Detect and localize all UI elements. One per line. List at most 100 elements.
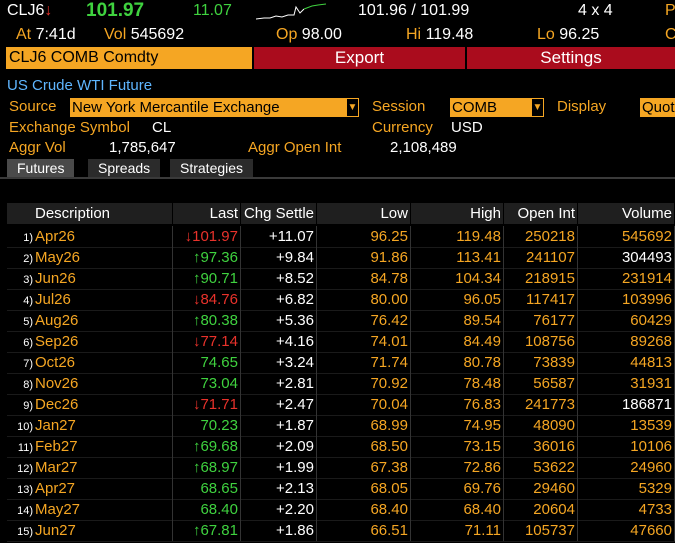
contract-label[interactable]: Mar27 (35, 459, 78, 476)
bid-ask-size: 4 x 4 (578, 2, 613, 19)
table-row[interactable]: 12) Mar27 ↑68.97 +1.99 67.38 72.86 53622 24960 (7, 457, 675, 479)
table-row[interactable]: 6) Sep26 ↓77.14 +4.16 74.01 84.49 108756 89268 (7, 331, 675, 353)
contract-label[interactable]: Oct26 (35, 354, 75, 371)
row-number: 9) (23, 400, 33, 412)
table-row[interactable]: 8) Nov26 73.04 +2.81 70.92 78.48 56587 31931 (7, 373, 675, 395)
low-cell: 68.99 (317, 415, 411, 436)
row-number: 2) (23, 253, 33, 265)
low-summary: Lo 96.25 (537, 26, 599, 44)
contract-label[interactable]: May26 (35, 249, 80, 266)
table-row[interactable]: 7) Oct26 74.65 +3.24 71.74 80.78 73839 44813 (7, 352, 675, 374)
table-row[interactable]: 4) Jul26 ↓84.76 +6.82 80.00 96.05 117417 103996 (7, 289, 675, 311)
column-header-description[interactable]: Description (7, 203, 173, 224)
contract-label[interactable]: Jan27 (35, 417, 76, 434)
high-cell: 80.78 (411, 352, 504, 373)
export-button[interactable]: Export (254, 47, 465, 69)
chg-settle-cell: +8.52 (241, 268, 317, 289)
contract-cell[interactable]: 11) Feb27 (7, 436, 173, 457)
settings-button[interactable]: Settings (467, 47, 675, 69)
contract-cell[interactable]: 8) Nov26 (7, 373, 173, 394)
contract-label[interactable]: Apr26 (35, 228, 75, 245)
last-value: 84.76 (200, 291, 238, 308)
column-header-volume[interactable]: Volume (578, 203, 675, 224)
table-row[interactable]: 5) Aug26 ↑80.38 +5.36 76.42 89.54 76177 60429 (7, 310, 675, 332)
volume-cell: 89268 (578, 331, 675, 352)
last-cell: 74.65 (173, 352, 241, 373)
high-cell: 119.48 (411, 226, 504, 247)
contract-cell[interactable]: 2) May26 (7, 247, 173, 268)
column-header-high[interactable]: High (411, 203, 504, 224)
table-row[interactable]: 3) Jun26 ↑90.71 +8.52 84.78 104.34 218915 23191… (7, 268, 675, 290)
last-cell: ↓71.71 (173, 394, 241, 415)
table-row[interactable]: 10) Jan27 70.23 +1.87 68.99 74.95 48090 13539 (7, 415, 675, 437)
contract-cell[interactable]: 14) May27 (7, 499, 173, 520)
contract-label[interactable]: Nov26 (35, 375, 78, 392)
contract-cell[interactable]: 9) Dec26 (7, 394, 173, 415)
open-int-cell: 250218 (504, 226, 578, 247)
last-cell: ↑80.38 (173, 310, 241, 331)
contract-cell[interactable]: 15) Jun27 (7, 520, 173, 541)
contract-label[interactable]: Jul26 (35, 291, 71, 308)
contract-cell[interactable]: 5) Aug26 (7, 310, 173, 331)
table-row[interactable]: 15) Jun27 ↑67.81 +1.86 66.51 71.11 105737 47660 (7, 520, 675, 542)
table-row[interactable]: 14) May27 68.40 +2.20 68.40 68.40 20604 4733 (7, 499, 675, 521)
column-header-open-int[interactable]: Open Int (504, 203, 578, 224)
session-dropdown[interactable]: COMB ▼ (450, 98, 544, 117)
contract-cell[interactable]: 1) Apr26 (7, 226, 173, 247)
last-value: 68.65 (200, 480, 238, 497)
contract-label[interactable]: Jun26 (35, 270, 76, 287)
open-int-cell: 108756 (504, 331, 578, 352)
last-cell: ↓84.76 (173, 289, 241, 310)
security-command-input[interactable]: CLJ6 COMB Comdty (6, 47, 252, 69)
column-header-low[interactable]: Low (317, 203, 411, 224)
table-row[interactable]: 2) May26 ↑97.36 +9.84 91.86 113.41 241107 30449… (7, 247, 675, 269)
down-arrow-icon: ↓ (44, 2, 53, 19)
aggr-vol-label: Aggr Vol (9, 139, 66, 156)
volume-cell: 47660 (578, 520, 675, 541)
volume-cell: 186871 (578, 394, 675, 415)
chg-settle-cell: +1.87 (241, 415, 317, 436)
tab-strategies[interactable]: Strategies (170, 159, 254, 177)
last-value: 77.14 (200, 333, 238, 350)
table-row[interactable]: 1) Apr26 ↓101.97 +11.07 96.25 119.48 250218 545… (7, 226, 675, 248)
row-number: 7) (23, 358, 33, 370)
contract-cell[interactable]: 13) Apr27 (7, 478, 173, 499)
table-row[interactable]: 9) Dec26 ↓71.71 +2.47 70.04 76.83 241773 186871 (7, 394, 675, 416)
last-value: 74.65 (200, 354, 238, 371)
source-value: New York Mercantile Exchange (72, 99, 280, 116)
volume-cell: 545692 (578, 226, 675, 247)
contract-cell[interactable]: 3) Jun26 (7, 268, 173, 289)
contract-cell[interactable]: 6) Sep26 (7, 331, 173, 352)
contract-cell[interactable]: 12) Mar27 (7, 457, 173, 478)
display-dropdown[interactable]: Quot (640, 98, 675, 117)
row-number: 13) (17, 484, 33, 496)
chg-settle-cell: +1.99 (241, 457, 317, 478)
last-cell: ↓77.14 (173, 331, 241, 352)
table-row[interactable]: 13) Apr27 68.65 +2.13 68.05 69.76 29460 5329 (7, 478, 675, 500)
chg-settle-cell: +3.24 (241, 352, 317, 373)
tab-spreads[interactable]: Spreads (88, 159, 161, 177)
column-header-chg-settle[interactable]: Chg Settle (241, 203, 317, 224)
session-label: Session (372, 98, 426, 115)
exchange-symbol-label: Exchange Symbol (9, 119, 130, 136)
ticker-symbol: CLJ6↓ (7, 2, 52, 20)
column-header-last[interactable]: Last (173, 203, 241, 224)
header-edge-label: P (665, 2, 675, 19)
contract-cell[interactable]: 7) Oct26 (7, 352, 173, 373)
contract-cell[interactable]: 10) Jan27 (7, 415, 173, 436)
contract-cell[interactable]: 4) Jul26 (7, 289, 173, 310)
contract-label[interactable]: Jun27 (35, 522, 76, 539)
last-cell: ↑67.81 (173, 520, 241, 541)
high-cell: 96.05 (411, 289, 504, 310)
contract-label[interactable]: Dec26 (35, 396, 78, 413)
low-cell: 96.25 (317, 226, 411, 247)
contract-label[interactable]: Feb27 (35, 438, 78, 455)
table-row[interactable]: 11) Feb27 ↑69.68 +2.09 68.50 73.15 36016 10106 (7, 436, 675, 458)
source-dropdown[interactable]: New York Mercantile Exchange ▼ (70, 98, 359, 117)
contract-label[interactable]: Sep26 (35, 333, 78, 350)
low-cell: 68.40 (317, 499, 411, 520)
tab-futures[interactable]: Futures (7, 159, 75, 177)
contract-label[interactable]: May27 (35, 501, 80, 518)
contract-label[interactable]: Aug26 (35, 312, 78, 329)
contract-label[interactable]: Apr27 (35, 480, 75, 497)
